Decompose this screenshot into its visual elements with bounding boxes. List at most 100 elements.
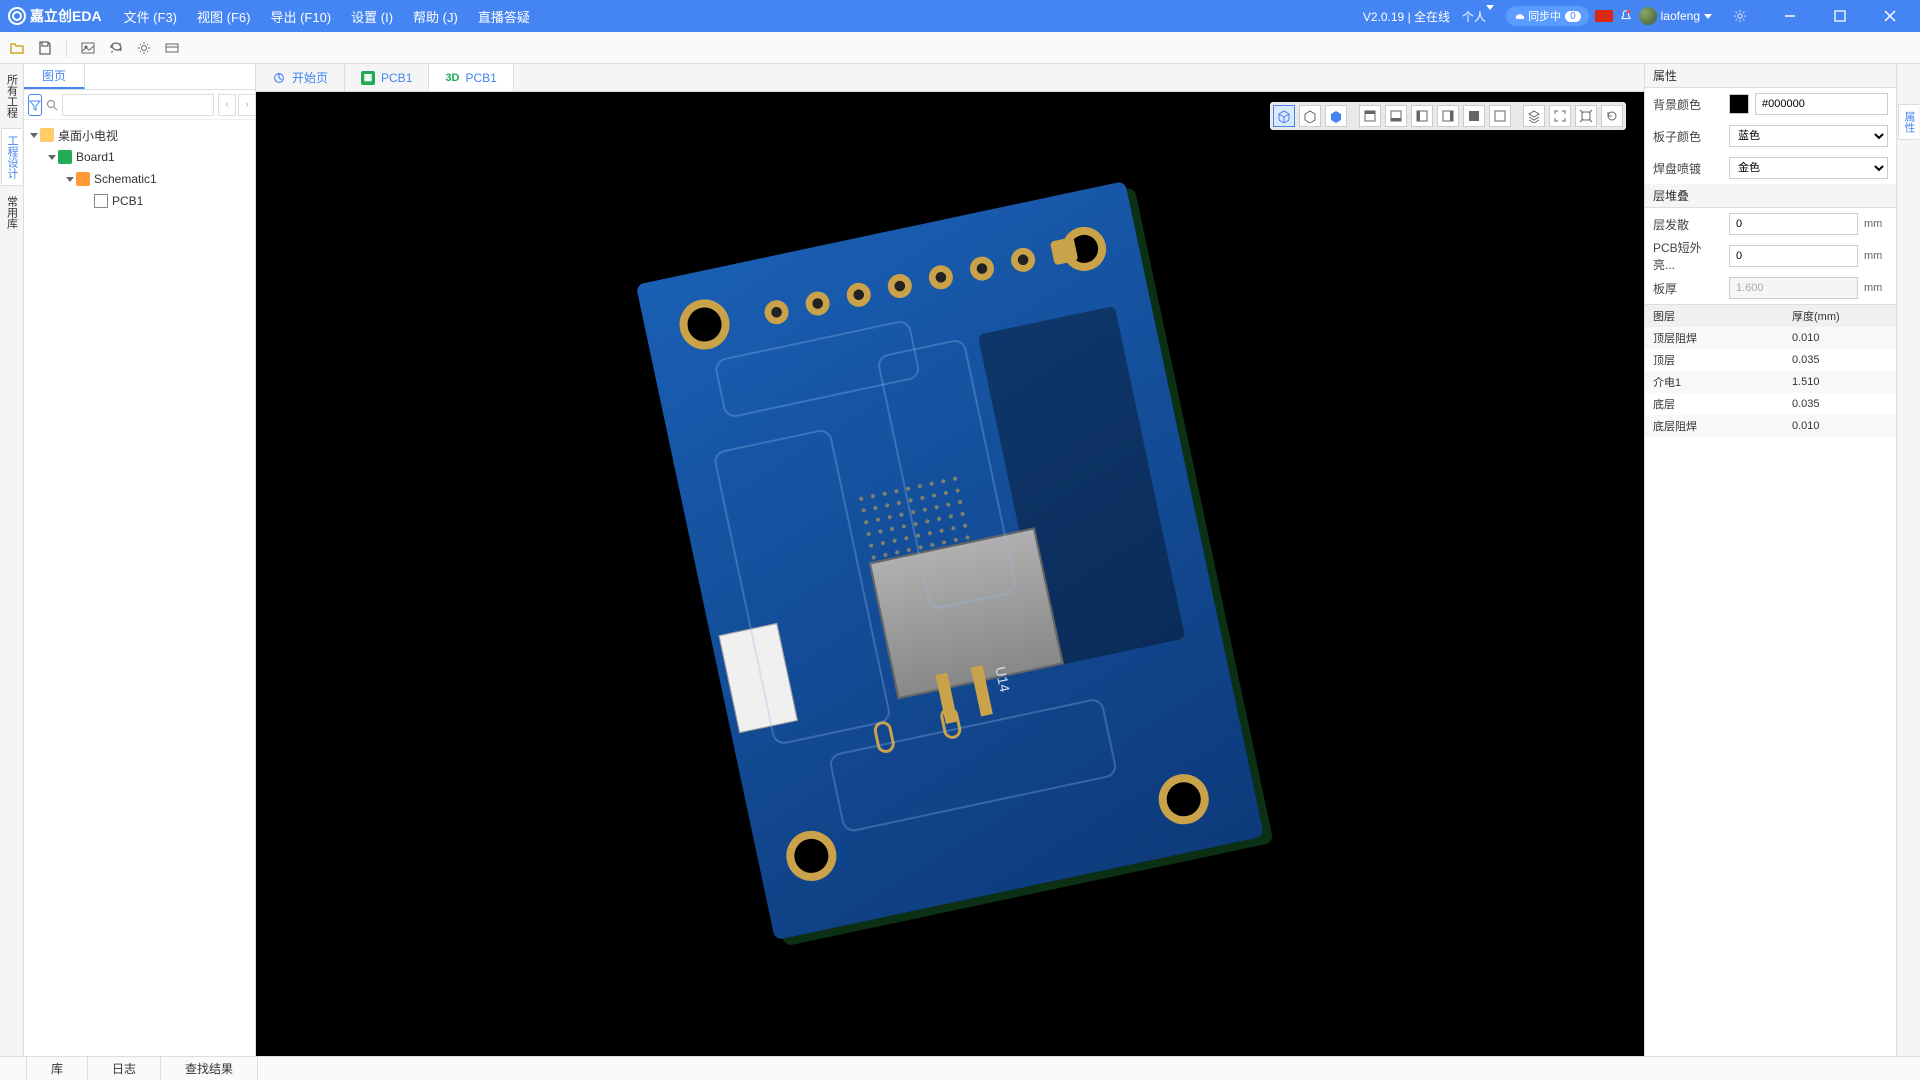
layer-table-header: 图层 厚度(mm) (1645, 305, 1896, 327)
prop-pad-spray: 焊盘喷镀 金色 (1645, 152, 1896, 184)
window-close[interactable] (1868, 0, 1912, 32)
tree-next[interactable]: › (238, 94, 256, 116)
image-button[interactable] (75, 35, 101, 61)
bottom-tab-search-results[interactable]: 查找结果 (161, 1057, 258, 1080)
view-left[interactable] (1411, 105, 1433, 127)
rail-project-design[interactable]: 工程设计 (1, 128, 22, 186)
tree-prev[interactable]: ‹ (218, 94, 236, 116)
tree-project[interactable]: 桌面小电视 (24, 124, 255, 146)
bg-color-swatch[interactable] (1729, 94, 1749, 114)
layer-row[interactable]: 底层阻焊0.010 (1645, 415, 1896, 437)
expand-icon (48, 155, 56, 160)
view-fit[interactable] (1575, 105, 1597, 127)
view-perspective[interactable] (1273, 105, 1295, 127)
prop-bg-color: 背景颜色 (1645, 88, 1896, 120)
panel-tab-pages[interactable]: 图页 (24, 64, 85, 89)
view-fullscreen[interactable] (1549, 105, 1571, 127)
app-name: 嘉立创EDA (30, 6, 102, 26)
settings-gear-button[interactable] (1718, 0, 1762, 32)
stack-header: 层堆叠 (1645, 184, 1896, 208)
menu-live[interactable]: 直播答疑 (468, 0, 540, 32)
view-toolbar (1270, 102, 1626, 130)
panel-button[interactable] (159, 35, 185, 61)
refresh-button[interactable] (103, 35, 129, 61)
window-maximize[interactable] (1818, 0, 1862, 32)
view-reset[interactable] (1601, 105, 1623, 127)
fit-icon (1579, 109, 1593, 123)
tree-search-input[interactable] (62, 94, 214, 116)
layer-row[interactable]: 顶层0.035 (1645, 349, 1896, 371)
view-layers[interactable] (1523, 105, 1545, 127)
pcb-icon: ▦ (361, 71, 375, 85)
view-front[interactable] (1463, 105, 1485, 127)
cloud-sync-icon (1514, 11, 1524, 21)
board-color-select[interactable]: 蓝色 (1729, 125, 1888, 147)
pcbshort-input[interactable] (1729, 245, 1858, 267)
filter-icon (29, 99, 41, 111)
layer-row[interactable]: 底层0.035 (1645, 393, 1896, 415)
tab-3d[interactable]: 3D PCB1 (429, 64, 513, 91)
tree-label: PCB1 (112, 194, 143, 208)
bell-icon[interactable] (1619, 9, 1633, 23)
view-back[interactable] (1489, 105, 1511, 127)
bg-color-input[interactable] (1755, 93, 1888, 115)
prop-emissive: 层发散 mm (1645, 208, 1896, 240)
expand-icon (66, 177, 74, 182)
file-tabs: 开始页 ▦ PCB1 3D PCB1 (256, 64, 1644, 92)
menu-view[interactable]: 视图 (F6) (187, 0, 260, 32)
menu-file[interactable]: 文件 (F3) (114, 0, 187, 32)
filter-button[interactable] (28, 94, 42, 116)
tree-search-row: ‹ › (24, 90, 255, 120)
menubar: 嘉立创EDA 文件 (F3) 视图 (F6) 导出 (F10) 设置 (I) 帮… (0, 0, 1920, 32)
main-area: 所有工程 工程设计 常用库 图页 ‹ › 桌面小电视 (0, 64, 1920, 1056)
prop-thickness: 板厚 mm (1645, 272, 1896, 304)
face-right-icon (1441, 109, 1455, 123)
view-right[interactable] (1437, 105, 1459, 127)
sync-status[interactable]: 同步中0 (1506, 6, 1589, 26)
tab-home[interactable]: 开始页 (256, 64, 345, 91)
account-type[interactable]: 个人 (1462, 8, 1494, 25)
reset-icon (1605, 109, 1619, 123)
3d-viewport[interactable]: U14 (256, 92, 1644, 1056)
folder-open-icon (9, 40, 25, 56)
bottom-tab-library[interactable]: 库 (26, 1057, 88, 1080)
menu-settings[interactable]: 设置 (I) (341, 0, 403, 32)
view-bottom[interactable] (1385, 105, 1407, 127)
avatar-icon (1639, 7, 1657, 25)
user-menu[interactable]: laofeng (1639, 7, 1712, 25)
config-button[interactable] (131, 35, 157, 61)
folder-icon (40, 128, 54, 142)
layer-row[interactable]: 顶层阻焊0.010 (1645, 327, 1896, 349)
rail-properties[interactable]: 属性 (1898, 104, 1919, 140)
right-rail: 属性 (1896, 64, 1920, 1056)
pcb-3d-model: U14 (636, 181, 1264, 940)
flag-icon[interactable] (1595, 10, 1613, 22)
tree-board[interactable]: Board1 (24, 146, 255, 168)
view-top[interactable] (1359, 105, 1381, 127)
menu-export[interactable]: 导出 (F10) (260, 0, 341, 32)
properties-header: 属性 (1645, 64, 1896, 88)
window-minimize[interactable] (1768, 0, 1812, 32)
project-tree: 桌面小电视 Board1 Schematic1 PCB1 (24, 120, 255, 1056)
rail-common-lib[interactable]: 常用库 (2, 190, 22, 235)
bottom-tab-log[interactable]: 日志 (88, 1057, 161, 1080)
menu-help[interactable]: 帮助 (J) (403, 0, 468, 32)
face-front-icon (1467, 109, 1481, 123)
open-button[interactable] (4, 35, 30, 61)
tree-schematic[interactable]: Schematic1 (24, 168, 255, 190)
view-wireframe[interactable] (1299, 105, 1321, 127)
rail-all-projects[interactable]: 所有工程 (2, 68, 22, 124)
gear-icon (1733, 9, 1747, 23)
cube-outline-icon (1303, 109, 1317, 123)
tree-pcb[interactable]: PCB1 (24, 190, 255, 212)
view-solid[interactable] (1325, 105, 1347, 127)
properties-panel: 属性 背景颜色 板子颜色 蓝色 焊盘喷镀 金色 层堆叠 层发散 mm PCB短外… (1644, 64, 1896, 1056)
save-button[interactable] (32, 35, 58, 61)
emissive-input[interactable] (1729, 213, 1858, 235)
search-button[interactable] (46, 94, 58, 116)
pad-spray-select[interactable]: 金色 (1729, 157, 1888, 179)
tab-label: 开始页 (292, 69, 328, 86)
layer-row[interactable]: 介电11.510 (1645, 371, 1896, 393)
tab-pcb[interactable]: ▦ PCB1 (345, 64, 429, 91)
layer-table: 图层 厚度(mm) 顶层阻焊0.010 顶层0.035 介电11.510 底层0… (1645, 304, 1896, 437)
